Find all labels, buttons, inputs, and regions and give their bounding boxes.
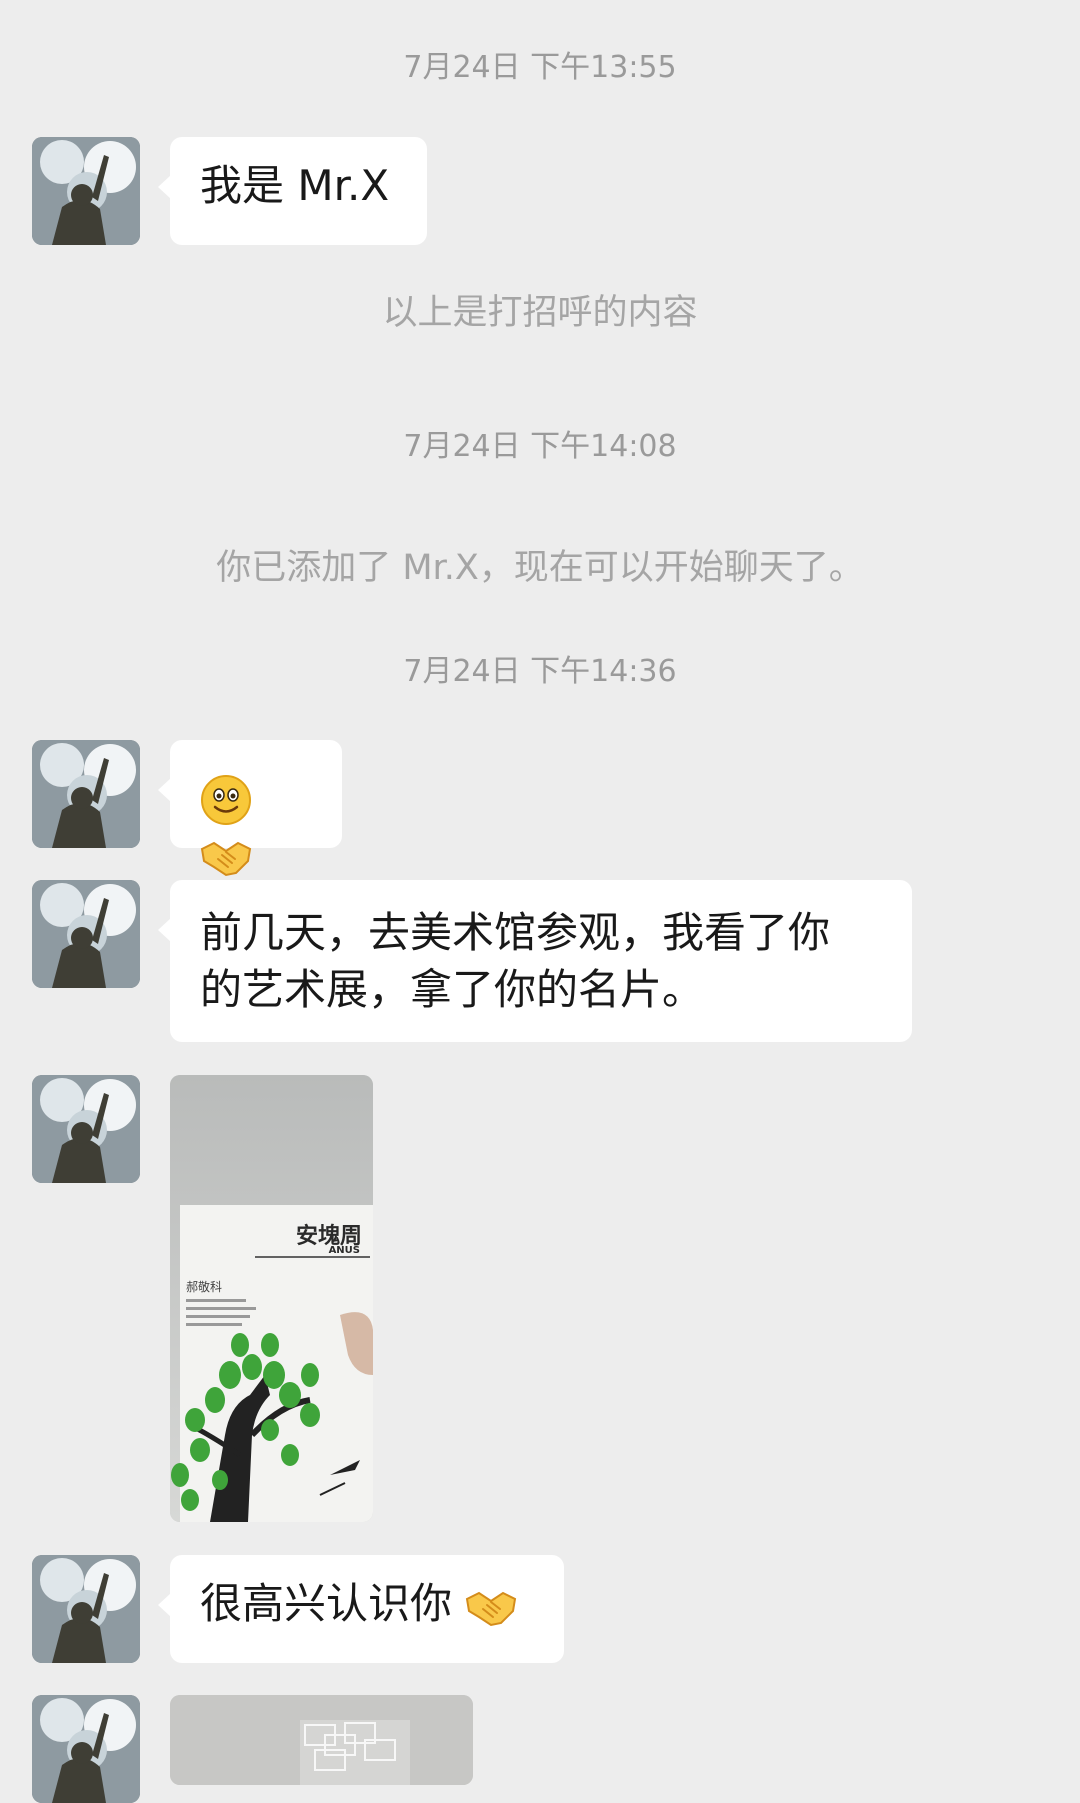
business-card-photo[interactable]: 安塊周 ANUS 郝敬科 [170,1075,373,1522]
smile-emoji [201,774,251,825]
message-text: 很高兴认识你 [200,1579,453,1628]
message-bubble[interactable]: 我是 Mr.X [158,137,427,245]
contact-avatar[interactable] [32,1555,140,1663]
message-bubble[interactable]: 很高兴认识你 [158,1555,564,1663]
message-text: 我是 Mr.X [200,161,390,210]
timestamp: 7月24日 下午14:36 [403,654,677,689]
contact-avatar[interactable] [32,1075,140,1183]
card-person: 郝敬科 [186,1280,222,1294]
handshake-emoji [466,1591,517,1626]
system-note: 你已添加了 Mr.X，现在可以开始聊天了。 [216,548,864,588]
card-brand-en: ANUS [329,1245,360,1256]
contact-avatar[interactable] [32,880,140,988]
system-note: 以上是打招呼的内容 [382,293,698,333]
message-bubble[interactable] [158,740,342,877]
timestamp: 7月24日 下午14:08 [403,429,677,464]
message-bubble[interactable]: 前几天，去美术馆参观，我看了你 的艺术展，拿了你的名片。 [158,880,912,1042]
photo-message[interactable] [170,1695,473,1785]
timestamp: 7月24日 下午13:55 [403,50,677,85]
contact-avatar[interactable] [32,137,140,245]
handshake-emoji [200,841,252,877]
message-text-line: 前几天，去美术馆参观，我看了你 [200,908,831,957]
message-text-line: 的艺术展，拿了你的名片。 [200,965,705,1014]
contact-avatar[interactable] [32,1695,140,1803]
contact-avatar[interactable] [32,740,140,848]
